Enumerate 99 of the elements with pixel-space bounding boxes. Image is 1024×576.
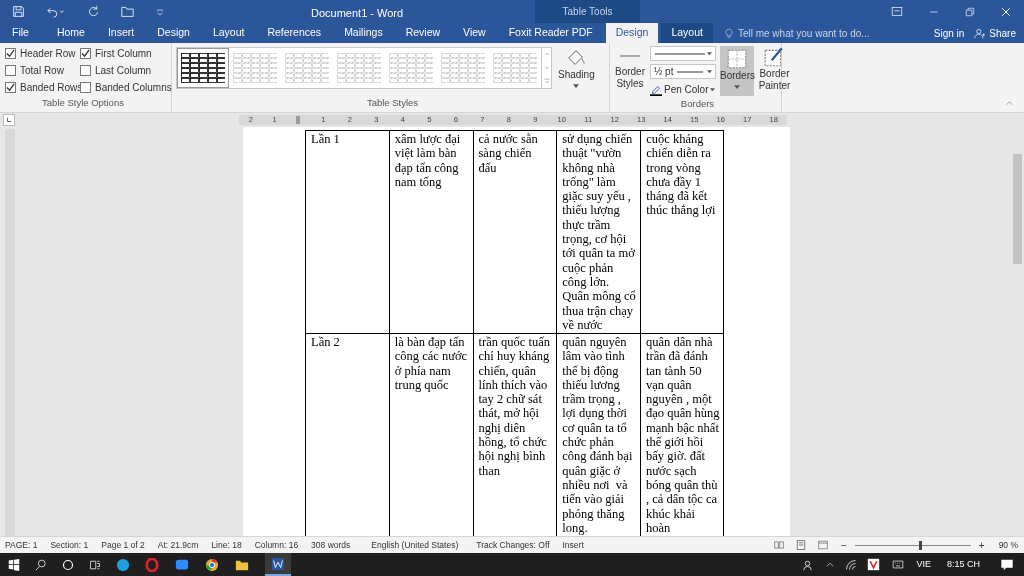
status-item[interactable]: PAGE: 1 — [5, 538, 38, 552]
pen-icon — [650, 83, 662, 96]
word-icon[interactable] — [271, 556, 285, 571]
border-painter-button[interactable]: Border Painter — [758, 46, 791, 92]
table-cell-text: quân dân nhà trần đã đánh tan tành 50 vạn quân nguyên , một đạo quân hùng mạnh bậc nhất thế giới hồi bấy giờ. đất nước sạch bóng quân thù , cả dân tộc ca khúc khải hoàn — [646, 335, 718, 536]
ribbon-tab[interactable]: Home — [46, 23, 95, 43]
person-icon — [974, 27, 986, 39]
table-cell-text: cả nước sẵn sàng chiến đấu — [478, 132, 539, 175]
ribbon-tab[interactable]: Foxit Reader PDF — [498, 23, 603, 43]
share-button[interactable]: Share — [974, 25, 1016, 41]
checkbox[interactable] — [5, 65, 16, 76]
ribbon-tab[interactable]: Design — [147, 23, 200, 43]
contextual-tab-header: Table Tools — [535, 0, 640, 23]
antivirus-icon[interactable] — [867, 558, 881, 571]
caret-icon — [734, 85, 741, 90]
ribbon-tab[interactable]: Review — [395, 23, 451, 43]
caret-icon — [710, 87, 716, 92]
borders-icon — [726, 48, 749, 70]
ribbon-tab[interactable]: Design — [605, 23, 659, 43]
close-icon[interactable] — [1001, 6, 1011, 17]
table-cell-text: quân nguyên lâm vào tình thế bị động thiếu lương trầm trọng , lợi dụng thời cơ quân ta tổ chức phản công đánh bại quân giặc ở nhiều nơi và tiến vào giải phóng thăng long. — [562, 335, 634, 536]
window-title: Document1 - Word — [311, 6, 404, 21]
edge-icon[interactable] — [116, 557, 130, 572]
ribbon-tab[interactable]: Mailings — [334, 23, 393, 43]
ribbon-tab[interactable]: Layout — [661, 23, 713, 43]
group-label: Table Styles — [365, 95, 420, 110]
ribbon-tab[interactable]: Insert — [97, 23, 145, 43]
checkbox-label: Banded Columns — [95, 81, 172, 95]
status-item[interactable]: Insert — [562, 538, 584, 552]
line-icon — [619, 55, 641, 57]
pen-color-button[interactable]: Pen Color — [650, 82, 717, 97]
ribbon-tab[interactable]: View — [453, 23, 496, 43]
table-cell-text: Lần 2 — [311, 335, 341, 350]
ribbon-display-icon[interactable] — [891, 6, 903, 17]
tell-me-field[interactable]: Tell me what you want to do... — [737, 25, 870, 41]
status-item[interactable]: Page 1 of 2 — [101, 538, 145, 552]
status-item[interactable]: Column: 16 — [254, 538, 299, 552]
redo-icon[interactable] — [87, 5, 100, 18]
web-layout-icon[interactable] — [816, 540, 829, 550]
clock[interactable]: 8:15 CH — [946, 557, 980, 572]
notification-icon[interactable] — [1000, 558, 1014, 571]
table-style-thumbnail[interactable] — [177, 48, 229, 88]
table-cell-text: Lần 1 — [311, 132, 341, 147]
tab-stop-icon[interactable] — [6, 117, 12, 123]
status-item[interactable]: At: 21.9cm — [157, 538, 199, 552]
read-mode-icon[interactable] — [772, 540, 785, 550]
lightbulb-icon[interactable] — [723, 27, 734, 39]
sign-in-link[interactable]: Sign in — [933, 25, 965, 41]
folder-icon[interactable] — [120, 5, 135, 18]
opera-icon[interactable] — [145, 557, 159, 572]
checkbox-label: Total Row — [20, 64, 64, 78]
status-item[interactable]: Line: 18 — [211, 538, 242, 552]
status-item[interactable]: Section: 1 — [50, 538, 89, 552]
chrome-icon[interactable] — [205, 557, 219, 572]
checkbox[interactable] — [80, 48, 91, 59]
ribbon-tab[interactable]: File — [2, 23, 39, 43]
checkbox[interactable] — [5, 48, 16, 59]
ribbon-tab[interactable]: Layout — [202, 23, 255, 43]
checkbox[interactable] — [5, 82, 16, 93]
border-styles-button[interactable]: Border Styles — [614, 46, 646, 90]
line-style-dropdown[interactable] — [650, 46, 717, 61]
line-icon — [677, 69, 704, 74]
borders-button[interactable]: Borders — [720, 46, 755, 96]
circle-icon[interactable] — [62, 558, 74, 571]
caret-icon — [573, 84, 580, 89]
table-cell-text: là bàn đạp tấn công các nước ở phía nam trung quốc — [394, 335, 468, 393]
caret-icon — [707, 51, 713, 56]
ribbon-tab[interactable]: References — [257, 23, 332, 43]
status-item[interactable]: Track Changes: Off — [476, 538, 550, 552]
line-weight-dropdown[interactable]: ½ pt — [650, 64, 717, 79]
scrollbar-thumb[interactable] — [1012, 154, 1022, 264]
save-icon[interactable] — [12, 5, 25, 18]
status-item[interactable]: 308 words — [311, 538, 351, 552]
zoom-out-button[interactable]: − — [840, 537, 847, 553]
zoom-level[interactable]: 90 % — [998, 538, 1018, 552]
table-cell-text: cuộc kháng chiến diễn ra trong vòng chưa đầy 1 tháng đã kết thúc thắng lợi — [646, 132, 717, 218]
checkbox-label: Last Column — [95, 64, 152, 78]
status-item[interactable]: English (United States) — [371, 538, 459, 552]
shading-button[interactable]: Shading — [558, 47, 595, 89]
checkbox-label: First Column — [95, 47, 152, 61]
group-label: Table Style Options — [41, 96, 125, 110]
checkbox-label: Header Row — [20, 47, 76, 61]
zoom-thumb[interactable] — [918, 540, 922, 550]
customize-icon[interactable] — [155, 6, 165, 17]
restore-icon[interactable] — [965, 6, 975, 17]
line-icon — [654, 51, 706, 56]
wifi-icon[interactable] — [845, 558, 858, 571]
table-cell-text: xâm lược đại việt làm bàn đạp tấn công nam tống — [394, 132, 462, 190]
checkbox[interactable] — [80, 65, 91, 76]
zoom-in-button[interactable]: + — [978, 537, 985, 553]
zoom-app-icon[interactable] — [174, 557, 190, 572]
checkbox[interactable] — [80, 82, 91, 93]
windows-icon[interactable] — [8, 558, 20, 571]
search-icon[interactable] — [35, 558, 47, 571]
caret-icon — [707, 69, 713, 74]
language-indicator[interactable]: VIE — [916, 557, 931, 572]
table-cell-text: trần quốc tuấn chỉ huy kháng chiến, quân lính thích vào tay 2 chữ sát thát, mở hội nghị diên hồng, tổ chức hội nghị bình than — [478, 335, 551, 478]
task-view-icon[interactable] — [89, 558, 101, 571]
group-label: Borders — [679, 97, 716, 111]
